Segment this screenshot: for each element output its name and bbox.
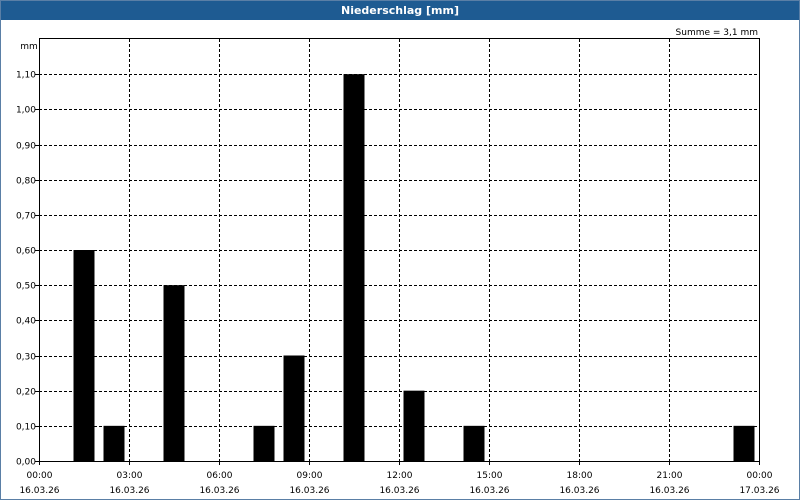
bar	[403, 390, 425, 461]
y-tick-label: 0,30	[16, 353, 36, 363]
y-tick-label: 0,80	[16, 177, 36, 187]
bar	[733, 425, 755, 461]
x-tick-time: 00:00	[747, 471, 773, 481]
grid	[39, 39, 759, 461]
x-tick-time: 06:00	[207, 471, 233, 481]
x-tick-date: 16.03.26	[199, 486, 239, 496]
y-tick-label: 0,60	[16, 247, 36, 257]
bar	[283, 355, 305, 461]
bar	[73, 250, 95, 461]
x-tick-date: 16.03.26	[469, 486, 509, 496]
sum-annotation: Summe = 3,1 mm	[676, 28, 758, 38]
y-axis-unit: mm	[20, 42, 38, 52]
bar	[103, 425, 125, 461]
x-tick-time: 15:00	[477, 471, 503, 481]
x-tick-time: 03:00	[117, 471, 143, 481]
x-tick-date: 16.03.26	[649, 486, 689, 496]
y-tick-label: 1,10	[16, 71, 36, 81]
bar	[463, 425, 485, 461]
x-tick-date: 16.03.26	[379, 486, 419, 496]
y-tick-label: 0,00	[16, 458, 36, 468]
y-tick-label: 0,50	[16, 282, 36, 292]
bars	[73, 74, 755, 462]
bar	[163, 285, 185, 461]
chart-window: Niederschlag [mm] 0,00 0,10 0,20 0,30 0,40 0,…	[0, 0, 800, 500]
y-tick-label: 0,90	[16, 142, 36, 152]
x-tick-time: 09:00	[297, 471, 323, 481]
x-tick-time: 18:00	[567, 471, 593, 481]
x-tick-time: 00:00	[27, 471, 53, 481]
x-tick-date: 16.03.26	[559, 486, 599, 496]
x-tick-date: 16.03.26	[289, 486, 329, 496]
x-tick-date: 16.03.26	[109, 486, 149, 496]
bar	[343, 74, 365, 462]
x-tick-time: 21:00	[657, 471, 683, 481]
y-tick-label: 0,20	[16, 388, 36, 398]
y-tick-label: 0,40	[16, 317, 36, 327]
y-tick-label: 0,10	[16, 423, 36, 433]
precipitation-chart: 0,00 0,10 0,20 0,30 0,40 0,50 0,60 0,70 0,80 0,90…	[16, 28, 780, 497]
axis-ticks: 0,00 0,10 0,20 0,30 0,40 0,50 0,60 0,70 0,80 0,90…	[16, 71, 780, 497]
x-tick-date: 16.03.26	[19, 486, 59, 496]
y-tick-label: 1,00	[16, 106, 36, 116]
bar	[253, 425, 275, 461]
x-tick-date: 17.03.26	[739, 486, 779, 496]
x-tick-time: 12:00	[387, 471, 413, 481]
y-tick-label: 0,70	[16, 212, 36, 222]
